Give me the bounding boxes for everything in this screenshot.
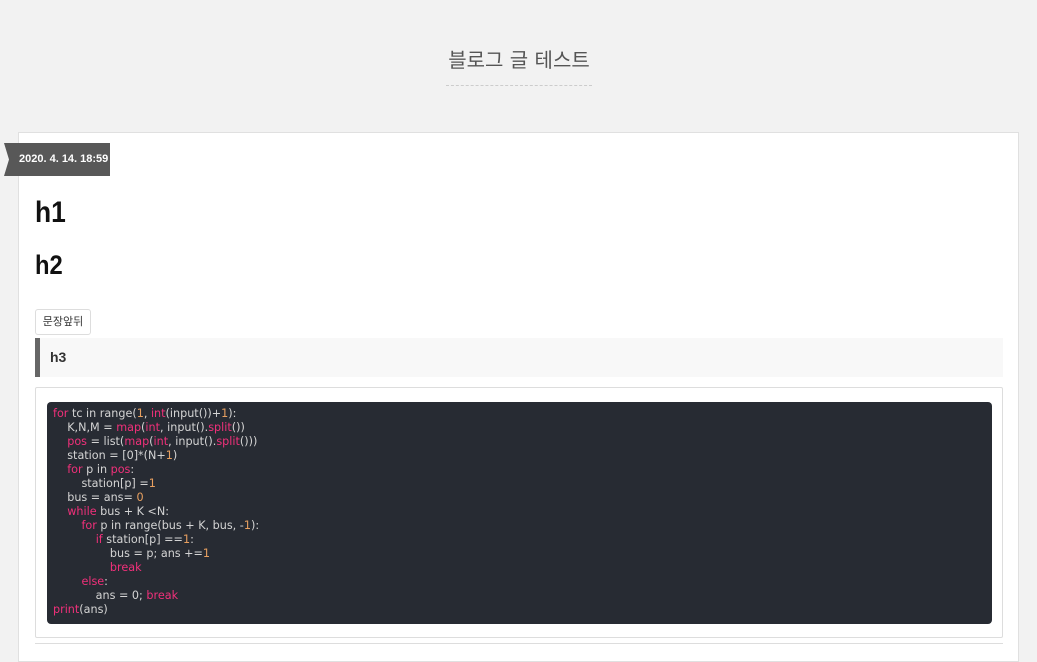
code-keyword: split (216, 435, 240, 448)
code-container: for tc in range(1, int(input())+1): K,N,… (35, 387, 1003, 638)
code-text: : (190, 533, 194, 546)
code-keyword: split (208, 421, 232, 434)
code-text: K,N,M = (53, 421, 117, 434)
code-text: bus = ans= (53, 491, 137, 504)
code-number: 0 (136, 491, 144, 504)
code-line: while bus + K <N: (53, 505, 986, 519)
code-text: ()) (231, 421, 245, 434)
code-text: ): (250, 519, 260, 532)
heading-h3-box: h3 (35, 338, 1003, 377)
blog-title[interactable]: 블로그 글 테스트 (446, 44, 592, 86)
code-text: p in (82, 463, 111, 476)
code-block[interactable]: for tc in range(1, int(input())+1): K,N,… (47, 402, 992, 624)
code-keyword: pos (67, 435, 88, 448)
code-text: bus = p; ans += (53, 547, 203, 560)
code-text: station = [0]*(N+ (53, 449, 166, 462)
code-keyword: int (150, 407, 166, 420)
code-text: ())) (239, 435, 258, 448)
code-line: pos = list(map(int, input().split())) (53, 435, 986, 449)
code-keyword: while (67, 505, 97, 518)
code-text: , input(). (160, 421, 209, 434)
code-text: station[p] = (53, 477, 149, 490)
code-line: bus = ans= 0 (53, 491, 986, 505)
code-line: for p in pos: (53, 463, 986, 477)
code-text: (ans) (79, 603, 108, 616)
code-line: else: (53, 575, 986, 589)
code-keyword: pos (110, 463, 131, 476)
code-line: station = [0]*(N+1) (53, 449, 986, 463)
code-keyword: break (146, 589, 179, 602)
inline-text-box: 문장앞뒤 (35, 309, 91, 335)
code-line: bus = p; ans +=1 (53, 547, 986, 561)
code-text: ): (228, 407, 237, 420)
code-keyword: else (81, 575, 105, 588)
code-text: , (143, 407, 151, 420)
heading-h3: h3 (50, 349, 67, 365)
code-keyword: break (109, 561, 142, 574)
code-line: for p in range(bus + K, bus, -1): (53, 519, 986, 533)
code-text: bus + K <N: (96, 505, 170, 518)
code-keyword: map (124, 435, 150, 448)
code-text: tc in range( (68, 407, 137, 420)
code-line: for tc in range(1, int(input())+1): (53, 407, 986, 421)
code-number: 1 (165, 449, 173, 462)
code-line: if station[p] ==1: (53, 533, 986, 547)
code-text: ) (172, 449, 178, 462)
code-keyword: for (53, 407, 69, 420)
code-line: break (53, 561, 986, 575)
code-keyword: print (53, 603, 80, 616)
code-text: (input())+ (165, 407, 222, 420)
code-text: : (104, 575, 108, 588)
code-keyword: int (153, 435, 169, 448)
code-line: station[p] =1 (53, 477, 986, 491)
code-text: p in range(bus + K, bus, - (96, 519, 244, 532)
code-line: K,N,M = map(int, input().split()) (53, 421, 986, 435)
blog-header: 블로그 글 테스트 (0, 0, 1037, 132)
code-keyword: for (67, 463, 83, 476)
code-number: 1 (202, 547, 211, 560)
code-keyword: int (145, 421, 161, 434)
code-line: print(ans) (53, 603, 986, 617)
code-line: ans = 0; break (53, 589, 986, 603)
code-number: 1 (182, 533, 191, 546)
code-text: station[p] == (102, 533, 183, 546)
code-number: 1 (136, 407, 144, 420)
post-date-badge: 2020. 4. 14. 18:59 (4, 143, 110, 176)
code-text: = list( (87, 435, 125, 448)
code-keyword: map (116, 421, 142, 434)
heading-h2: h2 (35, 250, 63, 280)
heading-h1: h1 (35, 196, 66, 229)
code-text: ans = 0; (53, 589, 147, 602)
code-keyword: if (95, 533, 103, 546)
code-text: , input(). (168, 435, 217, 448)
code-text: : (130, 463, 135, 476)
code-keyword: for (81, 519, 97, 532)
code-number: 1 (148, 477, 156, 490)
code-number: 1 (243, 519, 251, 532)
